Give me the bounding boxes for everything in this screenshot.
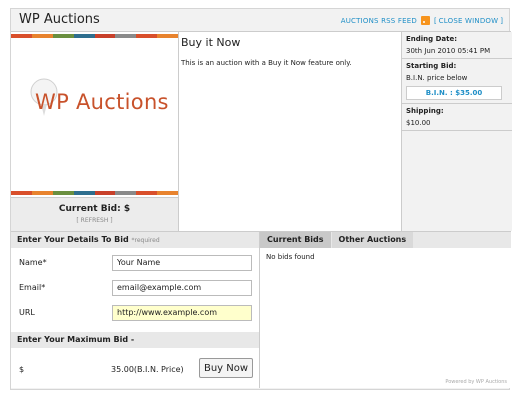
starting-bid-value: B.I.N. price below (406, 74, 468, 82)
current-bid-panel: Current Bid: $ [ REFRESH ] (11, 197, 179, 232)
required-note: *required (131, 237, 160, 244)
max-bid-row: $ 35.00(B.I.N. Price) Buy Now (11, 352, 259, 388)
bracket-open: [ (433, 16, 437, 25)
starting-bid-label: Starting Bid: (406, 62, 457, 70)
name-row: Name* Your Name (11, 253, 259, 273)
stripe-segment (11, 191, 32, 195)
stripe-segment (94, 34, 116, 38)
item-description: This is an auction with a Buy it Now fea… (181, 59, 352, 67)
ending-date-value: 30th Jun 2010 05:41 PM (406, 47, 491, 55)
current-bid: Current Bid: $ (58, 204, 131, 214)
powered-by: Powered by WP Auctions (445, 379, 507, 385)
shipping-block: Shipping: $10.00 (402, 104, 512, 131)
stripe-segment (52, 191, 74, 195)
url-row: URL http://www.example.com (11, 303, 259, 323)
details-header-label: Enter Your Details To Bid (17, 235, 129, 244)
bin-price-button[interactable]: B.I.N. : $35.00 (406, 86, 502, 100)
stripe-segment (94, 191, 116, 195)
no-bids-message: No bids found (266, 253, 315, 261)
max-bid-header: Enter Your Maximum Bid - (11, 332, 259, 348)
window-title: WP Auctions (19, 12, 100, 27)
tab-current-bids[interactable]: Current Bids (260, 232, 331, 248)
shipping-label: Shipping: (406, 107, 444, 115)
currency-symbol: $ (19, 365, 25, 374)
auction-window: WP Auctions AUCTIONS RSS FEED [ CLOSE WI… (10, 8, 512, 390)
stripe-segment (115, 34, 137, 38)
tab-other-auctions[interactable]: Other Auctions (331, 232, 414, 248)
email-input[interactable]: email@example.com (112, 280, 252, 296)
bin-price-value: 35.00(B.I.N. Price) (111, 365, 184, 374)
bracket-close: ] (500, 16, 503, 25)
shipping-value: $10.00 (406, 119, 431, 127)
stripe-segment (136, 191, 158, 195)
refresh-link[interactable]: [ REFRESH ] (11, 217, 178, 224)
stripe-segment (31, 34, 53, 38)
logo-text: WP Auctions (35, 90, 169, 114)
auction-content: WP Auctions Current Bid: $ [ REFRESH ] B… (11, 31, 512, 388)
stripe-segment (157, 191, 178, 195)
auction-image: WP Auctions (11, 32, 179, 197)
url-label: URL (19, 308, 35, 317)
stripe-segment (115, 191, 137, 195)
rss-icon[interactable] (420, 16, 430, 25)
name-label: Name* (19, 258, 47, 267)
ending-date-label: Ending Date: (406, 35, 458, 43)
stripe-segment (73, 34, 95, 38)
url-input[interactable]: http://www.example.com (112, 305, 252, 321)
bids-panel: Current Bids Other Auctions No bids foun… (260, 232, 511, 388)
item-title: Buy it Now (181, 36, 241, 49)
buy-now-button[interactable]: Buy Now (199, 358, 253, 378)
name-input[interactable]: Your Name (112, 255, 252, 271)
item-details: Buy it Now This is an auction with a Buy… (181, 36, 401, 67)
bids-tabs: Current Bids Other Auctions (260, 232, 511, 248)
stripe-segment (11, 34, 32, 38)
stripe-segment (157, 34, 178, 38)
stripe-segment (136, 34, 158, 38)
image-stripe-top (11, 34, 178, 38)
stripe-segment (52, 34, 74, 38)
stripe-segment (31, 191, 53, 195)
image-stripe-bottom (11, 191, 178, 195)
starting-bid-block: Starting Bid: B.I.N. price below B.I.N. … (402, 59, 512, 104)
email-label: Email* (19, 283, 46, 292)
ending-date-block: Ending Date: 30th Jun 2010 05:41 PM (402, 32, 512, 59)
rss-feed-link[interactable]: AUCTIONS RSS FEED (341, 17, 417, 25)
email-row: Email* email@example.com (11, 278, 259, 298)
stripe-segment (73, 191, 95, 195)
top-links: AUCTIONS RSS FEED [ CLOSE WINDOW ] (341, 16, 503, 25)
bid-form: Enter Your Details To Bid *required Name… (11, 232, 260, 388)
details-header: Enter Your Details To Bid *required (11, 232, 259, 248)
close-window-link[interactable]: CLOSE WINDOW (439, 17, 499, 25)
auction-info: Ending Date: 30th Jun 2010 05:41 PM Star… (401, 32, 512, 231)
